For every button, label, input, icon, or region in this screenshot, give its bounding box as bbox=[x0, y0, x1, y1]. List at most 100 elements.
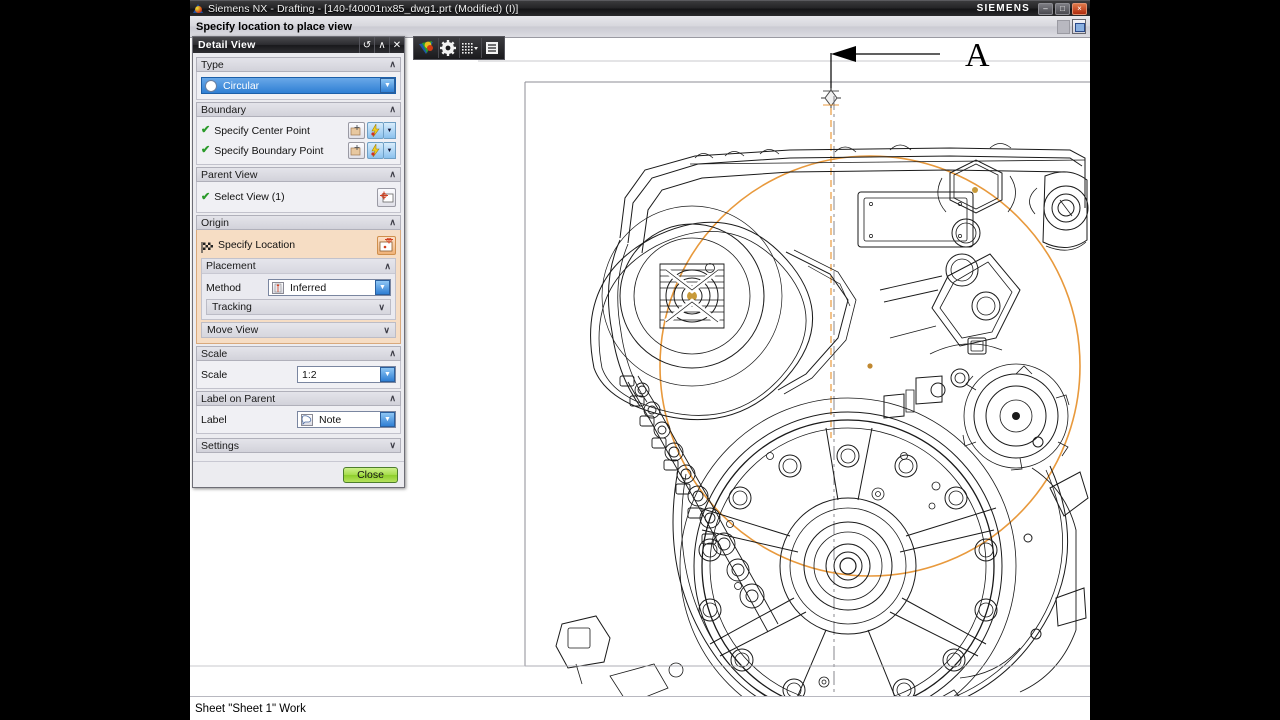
grid-snap-icon[interactable] bbox=[459, 38, 480, 58]
group-body-origin: Specify Location Placement ∧ Method Infe… bbox=[196, 230, 401, 344]
specify-boundary-point-label: Specify Boundary Point bbox=[214, 144, 324, 157]
scale-label: Scale bbox=[201, 368, 228, 381]
chevron-up-icon: ∧ bbox=[389, 393, 396, 403]
group-header-type[interactable]: Type ∧ bbox=[196, 57, 401, 72]
specify-center-point-label: Specify Center Point bbox=[214, 124, 310, 137]
method-combo[interactable]: Inferred ▼ bbox=[268, 279, 391, 296]
group-header-origin[interactable]: Origin ∧ bbox=[196, 215, 401, 230]
chevron-down-icon[interactable]: ▼ bbox=[380, 367, 395, 382]
chevron-up-icon: ∧ bbox=[384, 260, 391, 271]
label-combo[interactable]: Note ▼ bbox=[297, 411, 396, 428]
point-constructor-icon[interactable] bbox=[348, 142, 365, 159]
group-body-label-on-parent: Label Note ▼ bbox=[196, 406, 401, 434]
status-text: Sheet "Sheet 1" Work bbox=[195, 702, 306, 715]
tracking-label: Tracking bbox=[212, 301, 252, 313]
chevron-up-icon: ∧ bbox=[389, 169, 396, 179]
point-constructor-icon[interactable] bbox=[348, 122, 365, 139]
scale-row: Scale 1:2 ▼ bbox=[201, 365, 396, 384]
group-body-type: Circular ▼ bbox=[196, 72, 401, 100]
chevron-down-icon[interactable]: ▼ bbox=[380, 78, 395, 93]
check-icon: ✔ bbox=[201, 124, 211, 136]
chevron-up-icon: ∧ bbox=[389, 348, 396, 358]
dialog-title-bar[interactable]: Detail View ↺ ∧ ✕ bbox=[193, 37, 404, 53]
quick-access-toolbar bbox=[413, 36, 505, 60]
select-view-icon[interactable] bbox=[377, 187, 396, 207]
resource-bar-icon[interactable] bbox=[1057, 19, 1070, 34]
nx-logo-icon bbox=[193, 3, 204, 14]
list-dropdown-icon[interactable] bbox=[481, 38, 502, 58]
chevron-down-icon[interactable]: ▼ bbox=[380, 412, 395, 427]
method-value: Inferred bbox=[290, 281, 327, 294]
group-label-origin: Origin bbox=[201, 216, 230, 229]
point-cursor-marker bbox=[821, 88, 841, 108]
chevron-down-icon[interactable]: ▼ bbox=[384, 122, 396, 139]
dialog-title-text: Detail View bbox=[198, 39, 256, 51]
check-icon: ✔ bbox=[201, 190, 211, 203]
placement-subpanel: Placement ∧ Method Inferred ▼ Tracking ∨ bbox=[201, 258, 396, 320]
group-header-label-on-parent[interactable]: Label on Parent ∧ bbox=[196, 391, 401, 406]
type-combo[interactable]: Circular ▼ bbox=[201, 77, 396, 94]
chevron-down-icon: ∨ bbox=[383, 324, 390, 335]
label-row: Label Note ▼ bbox=[201, 410, 396, 429]
group-body-scale: Scale 1:2 ▼ bbox=[196, 361, 401, 389]
move-view-label: Move View bbox=[207, 324, 259, 336]
reset-button[interactable]: ↺ bbox=[359, 37, 374, 53]
method-row: Method Inferred ▼ bbox=[206, 278, 391, 297]
detail-label-A: A bbox=[965, 38, 990, 74]
chevron-down-icon: ∨ bbox=[389, 440, 396, 450]
chevron-down-icon[interactable]: ▼ bbox=[375, 280, 390, 295]
status-bar: Sheet "Sheet 1" Work bbox=[190, 696, 1090, 720]
window-controls: – □ × bbox=[1038, 2, 1090, 15]
group-header-scale[interactable]: Scale ∧ bbox=[196, 346, 401, 361]
group-body-parent-view: ✔ Select View (1) bbox=[196, 182, 401, 213]
group-header-parent-view[interactable]: Parent View ∧ bbox=[196, 167, 401, 182]
group-label-boundary: Boundary bbox=[201, 103, 246, 116]
group-header-boundary[interactable]: Boundary ∧ bbox=[196, 102, 401, 117]
snapshot-icon[interactable] bbox=[1072, 19, 1086, 34]
close-button[interactable]: Close bbox=[343, 466, 398, 483]
scale-value: 1:2 bbox=[302, 368, 317, 381]
group-header-settings[interactable]: Settings ∨ bbox=[196, 438, 401, 453]
dialog-footer: Close bbox=[193, 461, 404, 487]
select-view-label: Select View (1) bbox=[214, 191, 285, 203]
type-value: Circular bbox=[223, 79, 260, 92]
cue-prompt-text: Specify location to place view bbox=[196, 20, 352, 33]
select-view-row[interactable]: ✔ Select View (1) bbox=[201, 186, 396, 208]
placement-header[interactable]: Placement ∧ bbox=[202, 259, 395, 274]
cue-prompt-bar: Specify location to place view bbox=[190, 16, 1090, 38]
group-label-label-on-parent: Label on Parent bbox=[201, 392, 276, 405]
snap-point-icon[interactable] bbox=[367, 142, 384, 159]
tracking-bar[interactable]: Tracking ∨ bbox=[206, 299, 391, 315]
dialog-body: Type ∧ Circular ▼ Boundary ∧ ✔ Specify C… bbox=[193, 53, 404, 461]
scale-combo[interactable]: 1:2 ▼ bbox=[297, 366, 396, 383]
nx-quickpick-icon[interactable] bbox=[416, 38, 437, 58]
group-label-settings: Settings bbox=[201, 439, 239, 452]
specify-boundary-point-row[interactable]: ✔ Specify Boundary Point ▼ bbox=[201, 141, 396, 160]
minimize-button[interactable]: – bbox=[1038, 2, 1053, 15]
specify-center-point-row[interactable]: ✔ Specify Center Point ▼ bbox=[201, 121, 396, 140]
gear-icon[interactable] bbox=[437, 38, 459, 58]
window-title-bar: Siemens NX - Drafting - [140-f40001nx85_… bbox=[190, 0, 1090, 16]
label-value: Note bbox=[319, 413, 342, 426]
chevron-up-icon: ∧ bbox=[389, 217, 396, 227]
close-dialog-button[interactable]: ✕ bbox=[389, 37, 404, 53]
collapse-button[interactable]: ∧ bbox=[374, 37, 389, 53]
chevron-down-icon: ∨ bbox=[378, 301, 385, 312]
inferred-placement-icon bbox=[272, 281, 284, 294]
detail-center-point bbox=[867, 363, 873, 369]
check-icon: ✔ bbox=[201, 144, 211, 156]
move-view-bar[interactable]: Move View ∨ bbox=[201, 322, 396, 338]
specify-location-label: Specify Location bbox=[218, 239, 296, 251]
nx-application-window: Siemens NX - Drafting - [140-f40001nx85_… bbox=[0, 0, 1280, 720]
detail-view-dialog[interactable]: Detail View ↺ ∧ ✕ Type ∧ Circular ▼ Boun… bbox=[192, 36, 405, 488]
place-view-icon[interactable] bbox=[377, 235, 396, 255]
specify-location-row[interactable]: Specify Location bbox=[201, 234, 396, 256]
circular-detail-icon bbox=[205, 79, 217, 92]
close-window-button[interactable]: × bbox=[1072, 2, 1087, 15]
chevron-up-icon: ∧ bbox=[389, 59, 396, 69]
snap-point-icon[interactable] bbox=[367, 122, 384, 139]
chevron-down-icon[interactable]: ▼ bbox=[384, 142, 396, 159]
maximize-button[interactable]: □ bbox=[1055, 2, 1070, 15]
group-label-type: Type bbox=[201, 58, 224, 71]
cue-bar-icons bbox=[1057, 19, 1090, 34]
